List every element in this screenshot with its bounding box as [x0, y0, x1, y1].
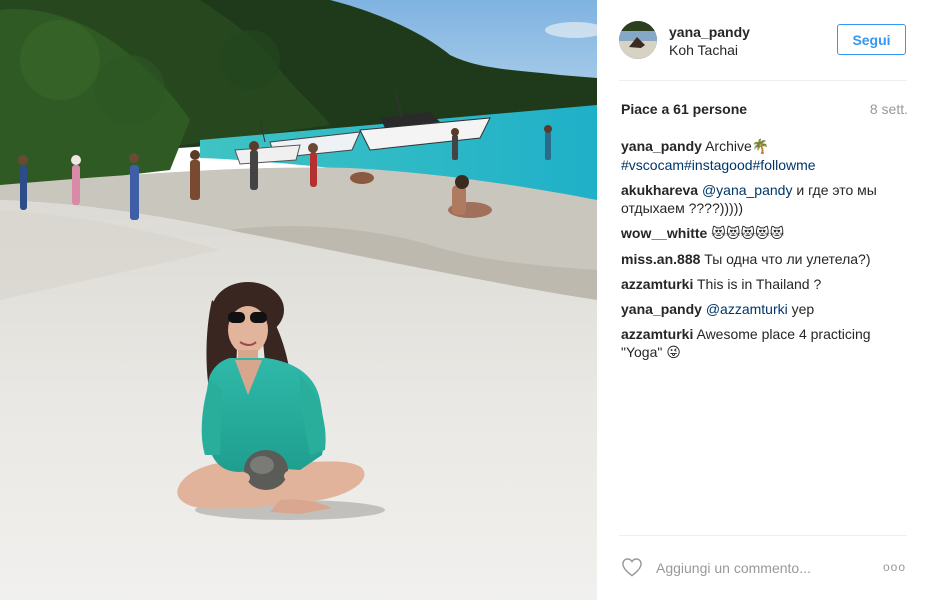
more-options-icon[interactable]: ooo: [883, 560, 906, 574]
comment-item: azzamturki This is in Thailand ?: [621, 275, 911, 293]
comment-username[interactable]: azzamturki: [621, 326, 693, 342]
post-username[interactable]: yana_pandy: [669, 24, 750, 40]
avatar-image: [619, 21, 657, 59]
winking-face-emoji: 😜: [666, 345, 681, 361]
palm-tree-emoji: 🌴: [751, 139, 770, 155]
post-side-panel: yana_pandy Koh Tachai Segui Piace a 61 p…: [597, 0, 929, 600]
comment-mention[interactable]: @yana_pandy: [702, 182, 793, 198]
avatar[interactable]: [619, 21, 657, 59]
cat-emoji: 😻😻😻😻😻: [711, 226, 785, 242]
comment-item: azzamturki Awesome place 4 practicing "Y…: [621, 325, 911, 362]
post-location[interactable]: Koh Tachai: [669, 42, 738, 58]
beach-photo: [0, 0, 597, 600]
comment-text: This is in Thailand ?: [697, 276, 822, 292]
comment-text: yep: [791, 301, 815, 317]
heart-icon[interactable]: [621, 557, 643, 577]
comment-text: Ты одна что ли улетела?): [704, 251, 871, 267]
post-time[interactable]: 8 sett.: [870, 101, 908, 117]
comment-item: akukhareva @yana_pandy и где это мы отды…: [621, 181, 911, 217]
comment-mention[interactable]: @azzamturki: [706, 301, 788, 317]
comment-username[interactable]: miss.an.888: [621, 251, 700, 267]
divider: [619, 80, 907, 81]
post-header: yana_pandy Koh Tachai Segui: [597, 0, 929, 80]
comment-username[interactable]: yana_pandy: [621, 138, 702, 154]
comment-item: wow__whitte 😻😻😻😻😻: [621, 224, 911, 243]
comment-text: Archive: [705, 138, 752, 154]
likes-count[interactable]: Piace a 61 persone: [621, 101, 747, 117]
comment-item: miss.an.888 Ты одна что ли улетела?): [621, 250, 911, 268]
post-photo[interactable]: [0, 0, 597, 600]
comment-item: yana_pandy @azzamturki yep: [621, 300, 911, 318]
comment-username[interactable]: azzamturki: [621, 276, 693, 292]
caption: yana_pandy Archive🌴 #vscocam#instagood#f…: [621, 137, 911, 174]
comments-list: yana_pandy Archive🌴 #vscocam#instagood#f…: [621, 137, 911, 369]
follow-button[interactable]: Segui: [837, 24, 906, 55]
divider: [619, 535, 907, 536]
comment-username[interactable]: akukhareva: [621, 182, 698, 198]
hashtags[interactable]: #vscocam#instagood#followme: [621, 157, 816, 173]
comment-username[interactable]: yana_pandy: [621, 301, 702, 317]
comment-input[interactable]: [656, 558, 856, 578]
comment-username[interactable]: wow__whitte: [621, 225, 707, 241]
